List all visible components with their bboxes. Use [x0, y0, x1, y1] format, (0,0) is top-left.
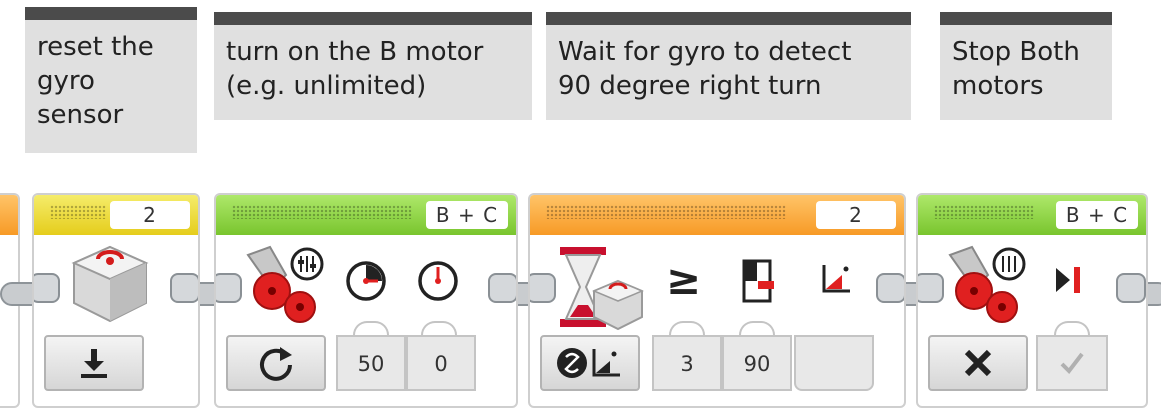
- reset-download-icon: [81, 349, 107, 378]
- comment-reset-gyro[interactable]: reset the gyro sensor: [25, 7, 197, 153]
- gyro-reset-block[interactable]: 2: [32, 193, 200, 408]
- param-tab: [739, 321, 775, 335]
- move-tank-off-block[interactable]: B + C: [916, 193, 1148, 408]
- sequence-plug-out[interactable]: [488, 273, 516, 303]
- comment-wait-gyro[interactable]: Wait for gyro to detect 90 degree right …: [546, 12, 911, 120]
- adjust-icon: [290, 247, 324, 281]
- adjust-icon: [992, 247, 1026, 281]
- gyro-sensor-icon: [592, 279, 644, 331]
- port-selector[interactable]: 2: [110, 201, 190, 229]
- mode-selector-on[interactable]: [226, 335, 326, 391]
- wait-gyro-block[interactable]: 2 ≥ 3 90: [528, 193, 906, 408]
- param-tab: [669, 321, 705, 335]
- sequence-plug-in[interactable]: [216, 273, 242, 303]
- sequence-plug-out[interactable]: [876, 273, 904, 303]
- stop-icon: [1056, 267, 1080, 293]
- sequence-plug-out[interactable]: [1116, 273, 1146, 303]
- check-icon: [1060, 352, 1084, 375]
- drag-grip[interactable]: [934, 205, 1034, 219]
- sequence-plug-in[interactable]: [918, 273, 944, 303]
- port-selector[interactable]: 2: [816, 201, 896, 229]
- speed-gauge-icon: [346, 261, 386, 301]
- gyro-reset-header: 2: [34, 195, 198, 235]
- drag-grip[interactable]: [232, 205, 412, 219]
- mode-selector-wait[interactable]: [540, 335, 640, 391]
- drag-grip[interactable]: [546, 205, 786, 219]
- output-slot[interactable]: [794, 335, 874, 391]
- mode-icon: [557, 348, 620, 378]
- gauge-icon: [418, 261, 458, 301]
- compare-type-input[interactable]: 3: [652, 335, 722, 391]
- previous-block-header: [0, 195, 18, 235]
- drag-grip[interactable]: [50, 205, 106, 219]
- gyro-sensor-icon: [71, 245, 149, 323]
- ports-selector[interactable]: B + C: [1056, 201, 1138, 229]
- power-input[interactable]: 50: [336, 335, 406, 391]
- greater-equal-icon: ≥: [666, 255, 702, 304]
- mode-selector-reset[interactable]: [44, 335, 144, 391]
- sequence-plug-in[interactable]: [34, 273, 60, 303]
- sequence-plug-in[interactable]: [530, 273, 556, 303]
- rate-graph-icon: [822, 265, 850, 293]
- brake-input[interactable]: [1036, 335, 1108, 391]
- param-tab: [353, 321, 389, 335]
- param-tab: [1054, 321, 1090, 335]
- close-icon: [964, 349, 992, 377]
- motor-on-header: B + C: [216, 195, 516, 235]
- ports-selector[interactable]: B + C: [426, 201, 508, 229]
- comment-turn-on-motor[interactable]: turn on the B motor (e.g. unlimited): [214, 12, 532, 120]
- threshold-input[interactable]: 90: [722, 335, 792, 391]
- move-tank-on-block[interactable]: B + C 50 0: [214, 193, 518, 408]
- compare-icon: [742, 259, 774, 303]
- wait-header: 2: [530, 195, 904, 235]
- mode-selector-off[interactable]: [928, 335, 1028, 391]
- motor-stop-header: B + C: [918, 195, 1146, 235]
- sequence-plug-out[interactable]: [170, 273, 198, 303]
- loop-arrow-icon: [260, 347, 292, 381]
- param-tab: [421, 321, 457, 335]
- steering-input[interactable]: 0: [406, 335, 476, 391]
- comment-stop-motors[interactable]: Stop Both motors: [940, 12, 1112, 120]
